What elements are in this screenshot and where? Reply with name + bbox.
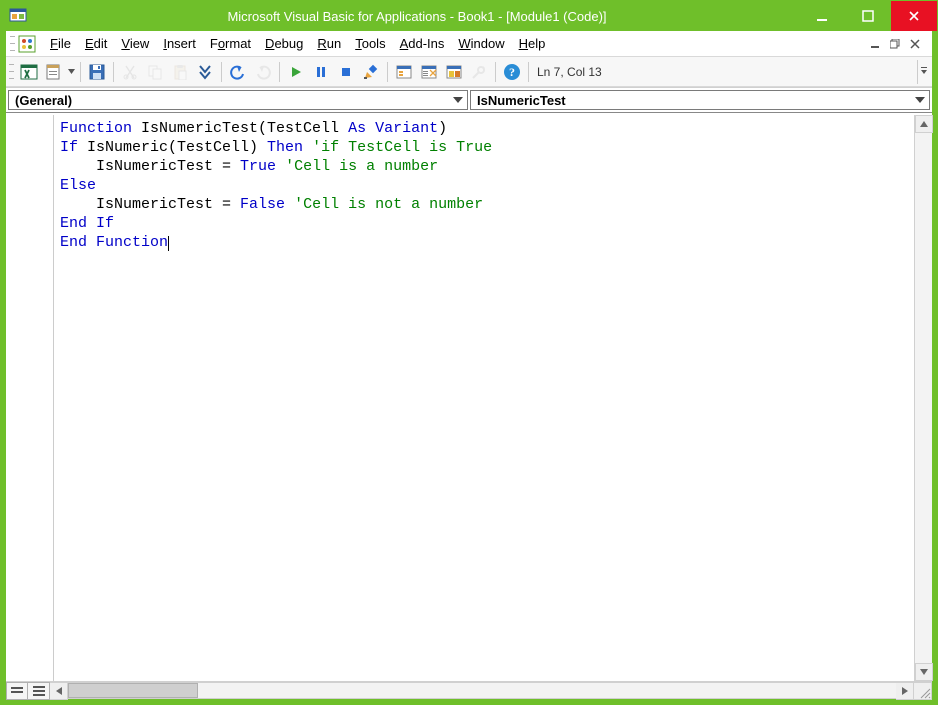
toolbox-button[interactable] [467, 60, 491, 84]
mdi-close-button[interactable] [906, 35, 924, 53]
menu-run[interactable]: Run [310, 34, 348, 53]
margin-indicator-bar[interactable] [6, 115, 54, 681]
horizontal-scrollbar[interactable] [50, 682, 914, 699]
menu-window[interactable]: Window [451, 34, 511, 53]
menu-debug[interactable]: Debug [258, 34, 310, 53]
title-bar[interactable]: Microsoft Visual Basic for Applications … [1, 1, 937, 31]
properties-window-button[interactable] [417, 60, 441, 84]
design-mode-button[interactable] [359, 60, 383, 84]
scroll-up-button[interactable] [915, 115, 933, 133]
menu-addins[interactable]: Add-Ins [393, 34, 452, 53]
close-button[interactable] [891, 1, 937, 31]
hscroll-thumb[interactable] [68, 683, 198, 698]
object-browser-button[interactable] [442, 60, 466, 84]
insert-dropdown[interactable] [67, 69, 76, 74]
project-explorer-button[interactable] [392, 60, 416, 84]
cursor-position: Ln 7, Col 13 [537, 65, 602, 79]
reset-button[interactable] [334, 60, 358, 84]
run-button[interactable] [284, 60, 308, 84]
view-excel-button[interactable] [17, 60, 41, 84]
minimize-button[interactable] [799, 1, 845, 31]
chevron-down-icon [911, 91, 929, 109]
menu-help[interactable]: Help [512, 34, 553, 53]
scroll-right-button[interactable] [896, 682, 914, 700]
text-caret [168, 236, 169, 251]
code-text[interactable]: Function IsNumericTest(TestCell As Varia… [54, 115, 914, 256]
vba-icon [17, 34, 37, 54]
code-editor[interactable]: Function IsNumericTest(TestCell As Varia… [54, 115, 914, 681]
vba-editor-window: Microsoft Visual Basic for Applications … [0, 0, 938, 705]
hscroll-track[interactable] [68, 682, 896, 699]
object-dropdown[interactable]: (General) [8, 90, 468, 110]
redo-button[interactable] [251, 60, 275, 84]
scroll-down-button[interactable] [915, 663, 933, 681]
bottom-bar [6, 681, 932, 699]
save-button[interactable] [85, 60, 109, 84]
vertical-scrollbar[interactable] [914, 115, 932, 681]
chevron-down-icon [449, 91, 467, 109]
insert-module-button[interactable] [42, 60, 66, 84]
object-dropdown-value: (General) [9, 93, 449, 108]
procedure-view-button[interactable] [6, 682, 28, 700]
menu-insert[interactable]: Insert [156, 34, 203, 53]
vscroll-track[interactable] [915, 133, 932, 663]
help-button[interactable]: ? [500, 60, 524, 84]
menu-file[interactable]: File [43, 34, 78, 53]
svg-text:?: ? [509, 65, 515, 79]
copy-button[interactable] [143, 60, 167, 84]
menu-edit[interactable]: Edit [78, 34, 114, 53]
find-button[interactable] [193, 60, 217, 84]
procedure-dropdown-value: IsNumericTest [471, 93, 911, 108]
procedure-dropdown[interactable]: IsNumericTest [470, 90, 930, 110]
cut-button[interactable] [118, 60, 142, 84]
toolbar-overflow[interactable] [917, 60, 929, 84]
maximize-button[interactable] [845, 1, 891, 31]
break-button[interactable] [309, 60, 333, 84]
mdi-restore-button[interactable] [886, 35, 904, 53]
menu-grip[interactable] [10, 34, 15, 54]
code-pane-selectors: (General) IsNumericTest [6, 87, 932, 113]
mdi-minimize-button[interactable] [866, 35, 884, 53]
standard-toolbar: ? Ln 7, Col 13 [6, 57, 932, 87]
menu-tools[interactable]: Tools [348, 34, 392, 53]
size-grip[interactable] [914, 682, 932, 700]
window-title: Microsoft Visual Basic for Applications … [35, 9, 799, 24]
app-icon [7, 5, 29, 27]
code-area: Function IsNumericTest(TestCell As Varia… [6, 113, 932, 681]
menu-bar: File Edit View Insert Format Debug Run T… [6, 31, 932, 57]
menu-view[interactable]: View [114, 34, 156, 53]
full-module-view-button[interactable] [28, 682, 50, 700]
paste-button[interactable] [168, 60, 192, 84]
scroll-left-button[interactable] [50, 682, 68, 700]
menu-format[interactable]: Format [203, 34, 258, 53]
undo-button[interactable] [226, 60, 250, 84]
toolbar-grip[interactable] [9, 62, 14, 82]
